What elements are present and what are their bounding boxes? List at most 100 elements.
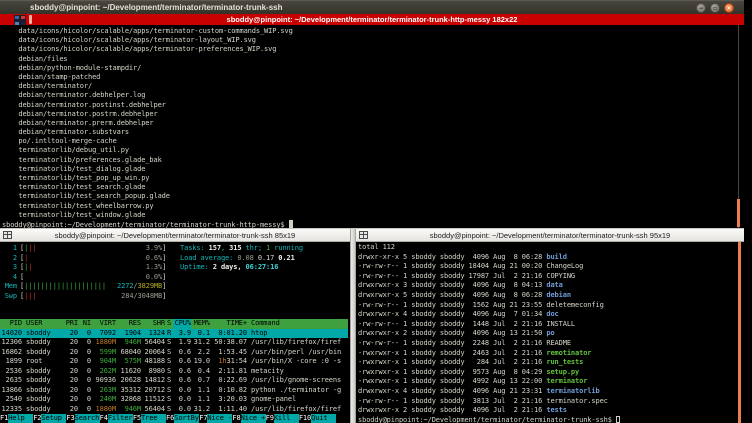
fkey-nice[interactable]: Nice + [241, 414, 266, 423]
window-titlebar[interactable]: sboddy@pinpoint: ~/Development/terminato… [0, 0, 744, 14]
terminal-title-top: sboddy@pinpoint: ~/Development/terminato… [227, 15, 518, 24]
htop-header-row: PIDUSERPRINIVIRTRESSHRSCPU%MEM%TIME+Comm… [0, 319, 348, 329]
ls-meta: drwxrwxr-x 4 sboddy sboddy 4096 Aug 7 01… [358, 310, 546, 318]
column-header-pid[interactable]: PID [0, 319, 22, 329]
column-header-cpu[interactable]: CPU% [173, 319, 191, 329]
column-header-pri[interactable]: PRI [64, 319, 78, 329]
cell: 20 [64, 395, 78, 405]
ls-meta: -rw-rw-r-- 1 sboddy sboddy 18404 Aug 21 … [358, 262, 546, 270]
htop-row[interactable]: 16862sboddy200599M6804020064S0.62.21:53.… [0, 348, 348, 358]
fkey-setup[interactable]: Setup [41, 414, 66, 423]
cell: 1904 [116, 329, 141, 339]
htop-row[interactable]: 14020sboddy200709219041324R3.90.10:01.20… [0, 329, 348, 339]
cell: 2635 [0, 376, 22, 386]
htop-row[interactable]: 13866sboddy200263M3531220712S0.01.10:10.… [0, 386, 348, 396]
htop-row[interactable]: 12306sboddy2001880M946M56404S1.931.250:3… [0, 338, 348, 348]
terminal-pane-htop[interactable]: 1[|||3.9%]2[|0.6%]3[||1.3%]4[0.0%]Mem[||… [0, 242, 350, 423]
cell: S [165, 367, 173, 377]
output-line: data/icons/hicolor/scalable/apps/termina… [2, 45, 744, 54]
terminal-title-left: sboddy@pinpoint: ~/Development/terminato… [55, 231, 295, 240]
column-header-command[interactable]: Command [247, 319, 348, 329]
ls-row: -rwxrwxr-x 1 sboddy sboddy 284 Jul 2 21:… [358, 358, 744, 368]
terminal-pane-top[interactable]: data/icons/hicolor/scalable/apps/termina… [0, 25, 744, 228]
output-line: data/icons/hicolor/scalable/apps/termina… [2, 36, 744, 45]
column-header-user[interactable]: USER [22, 319, 64, 329]
fkey-number: F4 [100, 414, 108, 423]
maximize-button[interactable]: ▫ [710, 3, 720, 13]
window-grid-icon[interactable] [3, 231, 12, 239]
output-line: terminatorlib/test_window.glade [2, 211, 744, 220]
cell: sboddy [22, 338, 64, 348]
ls-meta: drwxrwxr-x 2 sboddy sboddy 4096 Jul 2 21… [358, 406, 546, 414]
fkey-search[interactable]: Search [75, 414, 100, 423]
htop-row[interactable]: 2540sboddy200240M3286811512S0.01.13:20.0… [0, 395, 348, 405]
meter-body: ||||||||||||||||||||2272/3829MB [24, 282, 162, 292]
desktop: sboddy@pinpoint: ~/Development/terminato… [0, 0, 752, 423]
terminal-pane-ls[interactable]: total 112 drwxr-xr-x 5 sboddy sboddy 409… [356, 242, 744, 423]
cell: 3.9 [173, 329, 191, 339]
cell: 0 [78, 376, 91, 386]
column-header-time[interactable]: TIME+ [210, 319, 247, 329]
fkey-tree[interactable]: Tree [141, 414, 166, 423]
bracket: ] [162, 244, 166, 254]
meter-body: |||284/3048MB [24, 292, 162, 302]
bracket: ] [162, 254, 166, 264]
terminal-titlebar-right[interactable]: sboddy@pinpoint: ~/Development/terminato… [356, 229, 744, 242]
cell: 0 [78, 348, 91, 358]
terminal-titlebar-top[interactable]: sboddy@pinpoint: ~/Development/terminato… [0, 14, 744, 25]
cell: 20 [64, 386, 78, 396]
cell: 0.4 [191, 367, 210, 377]
text-segment: 0.17 [258, 254, 278, 262]
ls-row: -rw-rw-r-- 1 sboddy sboddy 17987 Jul 2 2… [358, 272, 744, 282]
htop-info-line: Tasks: 157, 315 thr; 1 running [180, 244, 303, 254]
cell: 0.0 [173, 386, 191, 396]
window-grid-icon[interactable] [359, 231, 368, 239]
column-header-virt[interactable]: VIRT [91, 319, 116, 329]
fkey-nice[interactable]: Nice - [207, 414, 232, 423]
output-line: debian/terminator.postinst.debhelper [2, 101, 744, 110]
scrollbar-thumb-right[interactable] [738, 242, 741, 423]
close-button[interactable]: × [724, 3, 734, 13]
cell: 0 [78, 329, 91, 339]
minimize-button[interactable]: − [696, 3, 706, 13]
column-header-shr[interactable]: SHR [141, 319, 165, 329]
ls-filename: COPYING [546, 272, 575, 280]
cell: 16862 [0, 348, 22, 358]
ls-filename: README [546, 339, 571, 347]
cell: 262M [91, 367, 116, 377]
ls-meta: drwxrwxr-x 2 sboddy sboddy 4096 Aug 13 2… [358, 329, 546, 337]
column-header-s[interactable]: S [165, 319, 173, 329]
output-line: debian/python-module-stampdir/ [2, 64, 744, 73]
column-header-res[interactable]: RES [116, 319, 141, 329]
column-header-ni[interactable]: NI [78, 319, 91, 329]
htop-row[interactable]: 2536sboddy200262M116208980S0.60.42:11.81… [0, 367, 348, 377]
cell: 50:38.07 [210, 338, 247, 348]
cell: root [22, 357, 64, 367]
cell: 20712 [141, 386, 165, 396]
cell: 575M [116, 357, 141, 367]
htop-row[interactable]: 2635sboddy200909362062814812S0.60.70:22.… [0, 376, 348, 386]
cell: 599M [91, 348, 116, 358]
fkey-filter[interactable]: Filter [108, 414, 133, 423]
text-segment: 31:54 [227, 357, 247, 365]
column-header-mem[interactable]: MEM% [191, 319, 210, 329]
fkey-help[interactable]: Help [8, 414, 33, 423]
cell: S [165, 376, 173, 386]
scrollbar-thumb-top[interactable] [737, 199, 740, 227]
text-segment: 284/3048MB [121, 292, 162, 300]
cell: 263M [91, 386, 116, 396]
terminal-titlebar-left[interactable]: sboddy@pinpoint: ~/Development/terminato… [0, 229, 350, 242]
window-title: sboddy@pinpoint: ~/Development/terminato… [30, 3, 283, 12]
fkey-number: F2 [33, 414, 41, 423]
ls-row: -rw-rw-r-- 1 sboddy sboddy 3813 Jul 2 21… [358, 397, 744, 407]
fkey-quit[interactable]: Quit [311, 414, 336, 423]
output-line: debian/terminator/ [2, 82, 744, 91]
htop-row[interactable]: 1899root200904M575M48188S0.619.01h31:54/… [0, 357, 348, 367]
output-line: data/icons/hicolor/scalable/apps/termina… [2, 27, 744, 36]
fkey-kill[interactable]: Kill [274, 414, 299, 423]
ls-output: drwxr-xr-x 5 sboddy sboddy 4096 Aug 8 06… [358, 253, 744, 416]
cell: 11512 [141, 395, 165, 405]
fkey-sortby[interactable]: SortBy [174, 414, 199, 423]
scrollbar-track-top[interactable] [738, 25, 739, 228]
text-segment: || [28, 244, 36, 252]
